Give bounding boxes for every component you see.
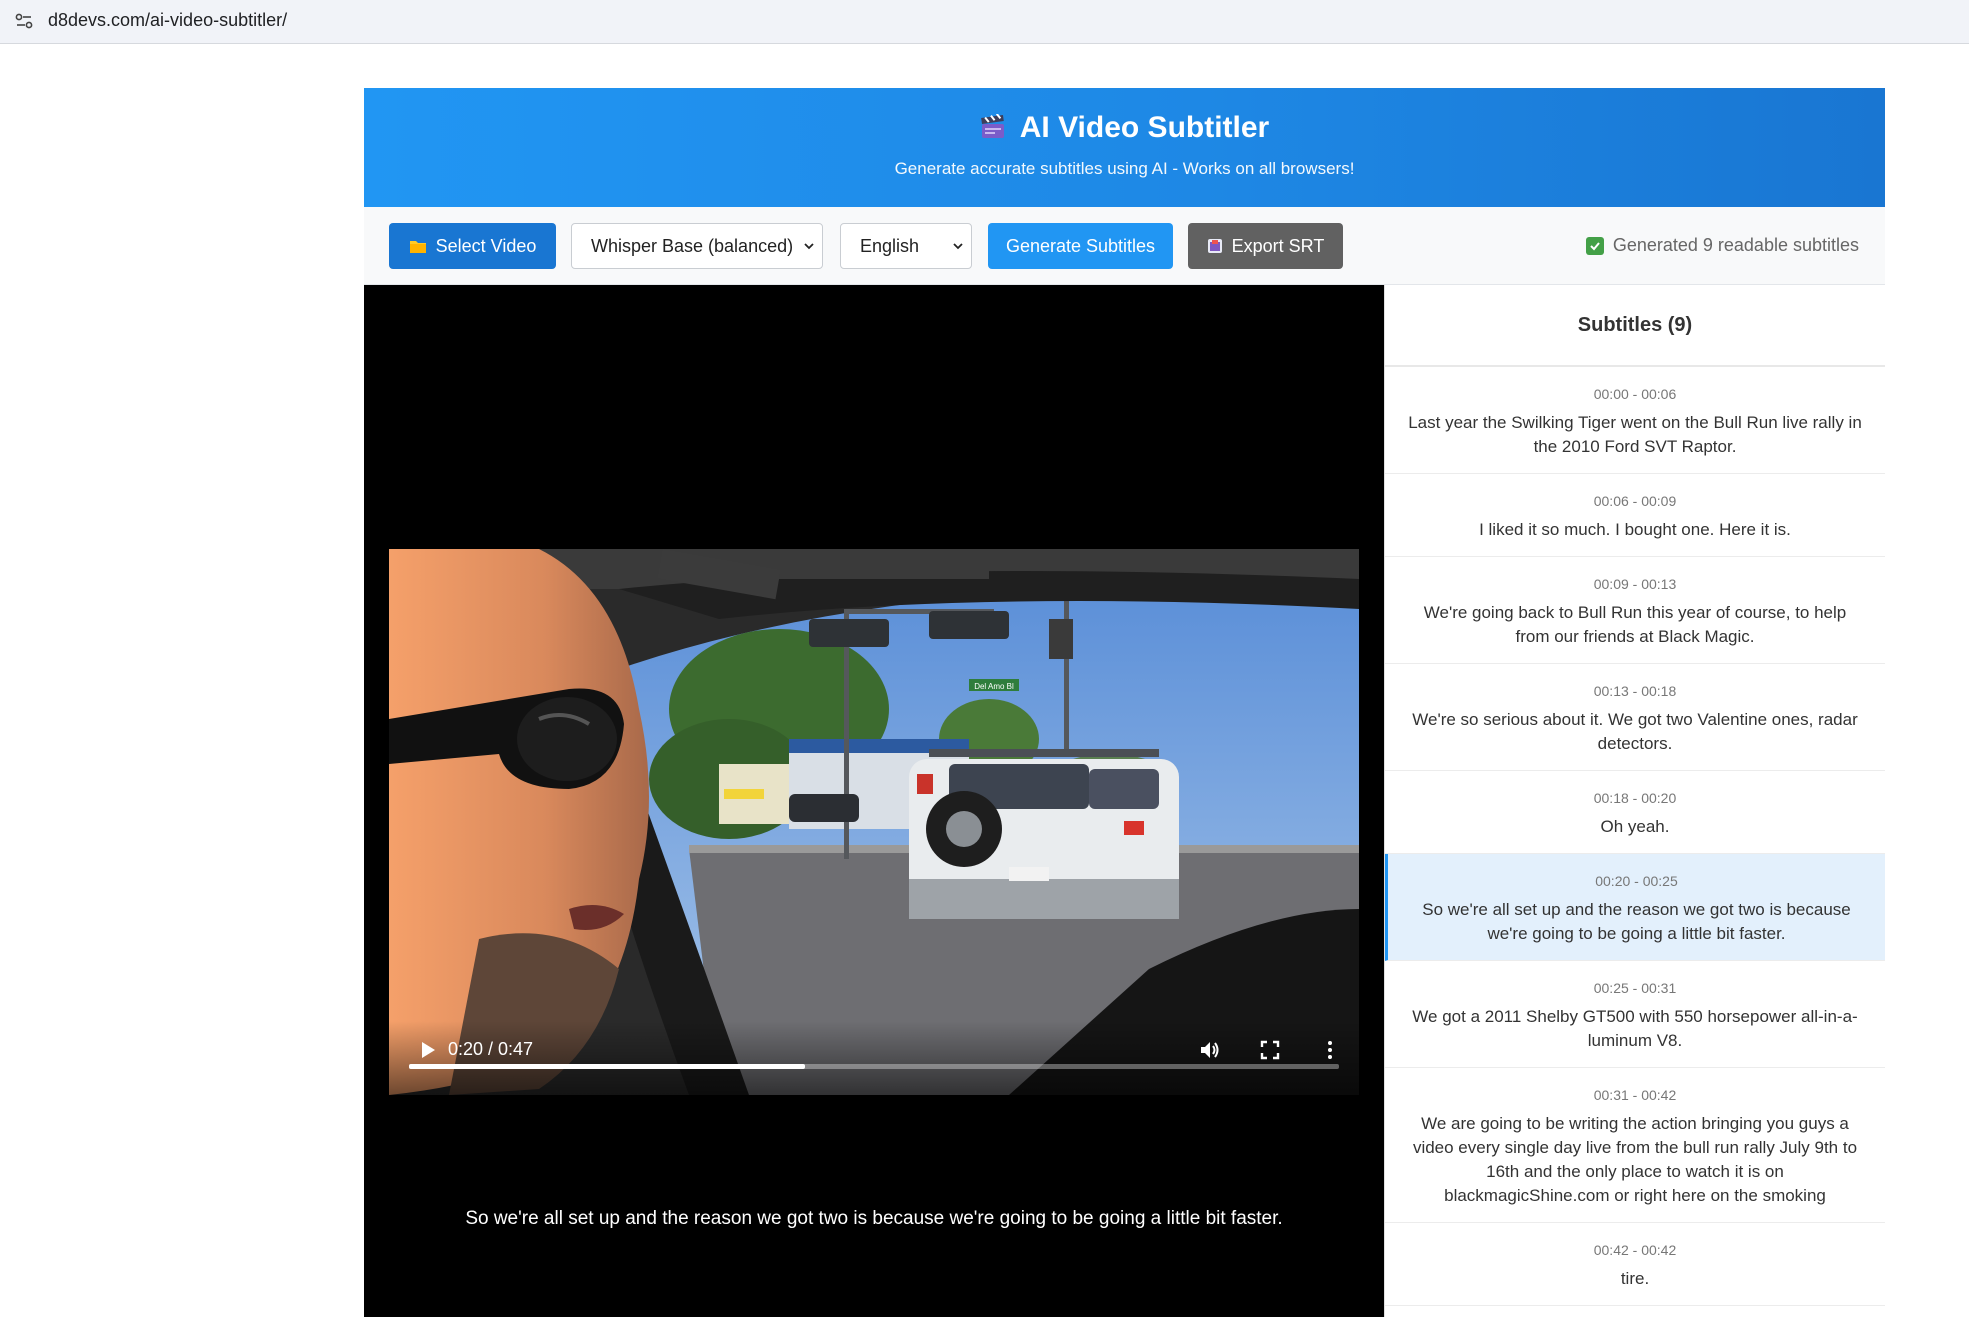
subtitle-text: Oh yeah. [1600, 817, 1670, 836]
url-text[interactable]: d8devs.com/ai-video-subtitler/ [48, 9, 287, 31]
select-video-label: Select Video [435, 235, 537, 256]
model-select-value: Whisper Base (balanced) [591, 235, 794, 256]
browser-address-bar: d8devs.com/ai-video-subtitler/ [0, 0, 1969, 44]
subtitle-time: 00:09 - 00:13 [1593, 576, 1677, 592]
subtitle-item[interactable]: 00:31 - 00:42 We are going to be writing… [1385, 1068, 1885, 1223]
select-video-button[interactable]: Select Video [389, 223, 556, 269]
subtitle-time: 00:06 - 00:09 [1593, 493, 1677, 509]
subtitle-time: 00:25 - 00:31 [1593, 980, 1677, 996]
export-srt-button[interactable]: Export SRT [1188, 223, 1343, 269]
subtitle-text: We got a 2011 Shelby GT500 with 550 hors… [1412, 1007, 1858, 1050]
status-text: Generated 9 readable subtitles [1612, 235, 1859, 255]
subtitle-item[interactable]: 00:06 - 00:09 I liked it so much. I boug… [1385, 474, 1885, 557]
chevron-down-icon [804, 243, 814, 250]
language-select-value: English [860, 235, 920, 256]
language-select[interactable]: English [840, 223, 972, 269]
fullscreen-icon[interactable] [1257, 1037, 1283, 1063]
subtitle-text: I liked it so much. I bought one. Here i… [1479, 520, 1791, 539]
subtitle-item[interactable]: 00:13 - 00:18 We're so serious about it.… [1385, 664, 1885, 771]
page-title: AI Video Subtitler [1019, 111, 1270, 144]
more-vert-icon[interactable] [1317, 1037, 1343, 1063]
folder-icon [409, 241, 426, 253]
subtitle-item[interactable]: 00:18 - 00:20 Oh yeah. [1385, 771, 1885, 854]
subtitle-text: We are going to be writing the action br… [1412, 1114, 1858, 1205]
page-title-row: AI Video Subtitler [364, 108, 1885, 148]
export-srt-label: Export SRT [1231, 235, 1325, 256]
street-sign-text: Del Amo Bl [974, 682, 1014, 691]
app-container: AI Video Subtitler Generate accurate sub… [364, 88, 1885, 1317]
package-icon [1207, 239, 1222, 253]
subtitles-panel: Subtitles (9) 00:00 - 00:06 Last year th… [1384, 285, 1885, 1317]
tune-icon[interactable] [14, 11, 34, 31]
subtitle-text: tire. [1620, 1269, 1650, 1288]
subtitle-text: Last year the Swilking Tiger went on the… [1408, 413, 1862, 456]
subtitles-list: 00:00 - 00:06 Last year the Swilking Tig… [1385, 367, 1885, 1306]
subtitle-item[interactable]: 00:42 - 00:42 tire. [1385, 1223, 1885, 1306]
generate-subtitles-label: Generate Subtitles [1005, 235, 1156, 256]
subtitles-panel-title: Subtitles (9) [1385, 285, 1885, 367]
subtitle-time: 00:00 - 00:06 [1593, 386, 1677, 402]
subtitle-text: We're going back to Bull Run this year o… [1423, 603, 1847, 646]
video-frame[interactable]: Del Amo Bl [389, 549, 1359, 1095]
clapperboard-icon [980, 114, 1004, 138]
subtitle-text: We're so serious about it. We got two Va… [1412, 710, 1858, 753]
subtitle-item-active[interactable]: 00:20 - 00:25 So we're all set up and th… [1385, 854, 1885, 961]
subtitle-time: 00:20 - 00:25 [1595, 873, 1678, 889]
page-subtitle: Generate accurate subtitles using AI - W… [894, 159, 1355, 178]
subtitle-time: 00:13 - 00:18 [1593, 683, 1677, 699]
model-select[interactable]: Whisper Base (balanced) [571, 223, 823, 269]
app-header: AI Video Subtitler Generate accurate sub… [364, 88, 1885, 207]
toolbar: Select Video Whisper Base (balanced) Eng… [364, 207, 1885, 285]
subtitle-item[interactable]: 00:09 - 00:13 We're going back to Bull R… [1385, 557, 1885, 664]
video-progress-fill [409, 1064, 805, 1069]
video-player[interactable]: Del Amo Bl 0:20 / 0:47 So we're all set … [364, 285, 1384, 1317]
video-caption: So we're all set up and the reason we go… [465, 1208, 1283, 1229]
play-icon[interactable] [414, 1037, 440, 1063]
check-box-icon [1585, 236, 1604, 255]
generate-subtitles-button[interactable]: Generate Subtitles [988, 223, 1173, 269]
video-frame-image: Del Amo Bl [389, 549, 1359, 1095]
chevron-down-icon [953, 243, 963, 250]
subtitle-time: 00:18 - 00:20 [1593, 790, 1677, 806]
status-message: Generated 9 readable subtitles [1585, 235, 1859, 256]
video-progress-bar[interactable] [409, 1064, 1339, 1069]
volume-icon[interactable] [1197, 1037, 1223, 1063]
subtitle-item[interactable]: 00:00 - 00:06 Last year the Swilking Tig… [1385, 367, 1885, 474]
video-time: 0:20 / 0:47 [448, 1039, 534, 1059]
subtitle-text: So we're all set up and the reason we go… [1422, 900, 1851, 943]
subtitle-item[interactable]: 00:25 - 00:31 We got a 2011 Shelby GT500… [1385, 961, 1885, 1068]
subtitle-time: 00:42 - 00:42 [1593, 1242, 1677, 1258]
subtitle-time: 00:31 - 00:42 [1593, 1087, 1677, 1103]
